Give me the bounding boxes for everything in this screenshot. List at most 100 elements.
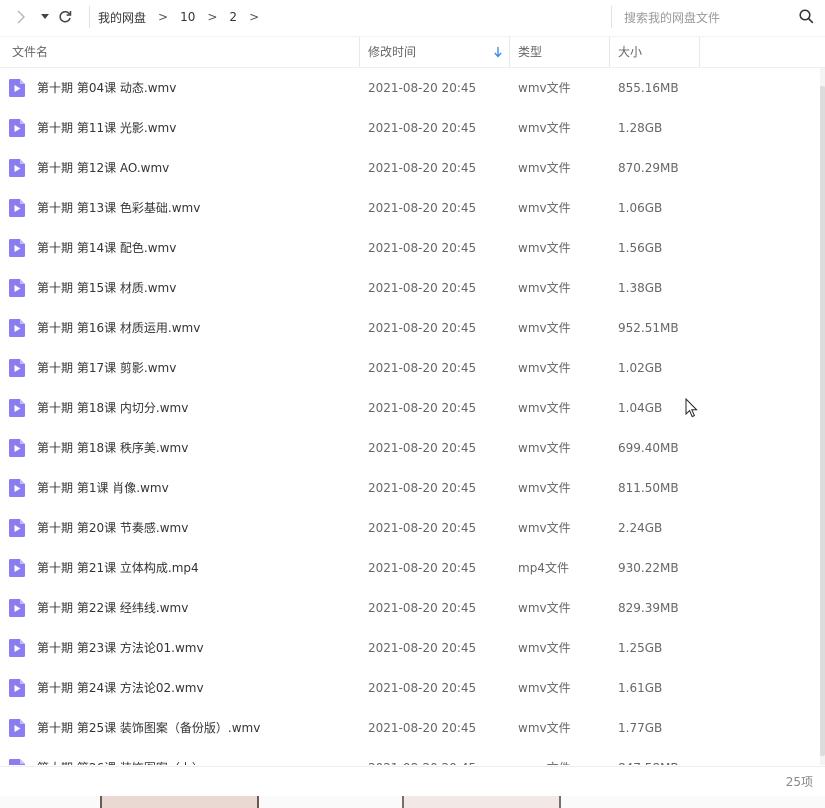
file-row[interactable]: 第十期 第22课 经纬线.wmv 2021-08-20 20:45 wmv文件 829… (0, 588, 822, 628)
vertical-scrollbar[interactable] (820, 68, 825, 765)
file-row[interactable]: 第十期 第13课 色彩基础.wmv 2021-08-20 20:45 wmv文件 1.… (0, 188, 822, 228)
file-size: 952.51MB (618, 321, 679, 335)
file-type: wmv文件 (518, 361, 571, 375)
file-size: 1.28GB (618, 121, 663, 135)
file-size: 1.77GB (618, 721, 663, 735)
background-content (0, 796, 825, 808)
breadcrumb-separator[interactable]: > (249, 10, 259, 24)
file-row[interactable]: 第十期 第23课 方法论01.wmv 2021-08-20 20:45 wmv文件 1… (0, 628, 822, 668)
breadcrumb-item[interactable]: 10 (180, 10, 195, 24)
file-row[interactable]: 第十期 第16课 材质运用.wmv 2021-08-20 20:45 wmv文件 95… (0, 308, 822, 348)
file-name[interactable]: 第十期 第14课 配色.wmv (37, 228, 176, 268)
header-modified-time[interactable]: 修改时间 (368, 37, 416, 67)
file-modified-time: 2021-08-20 20:45 (368, 681, 477, 695)
file-size: 699.40MB (618, 441, 679, 455)
scrollbar-thumb[interactable] (820, 86, 825, 756)
breadcrumb-separator[interactable]: > (207, 10, 217, 24)
file-modified-time: 2021-08-20 20:45 (368, 561, 477, 575)
header-size[interactable]: 大小 (618, 37, 642, 67)
file-row[interactable]: 第十期 第14课 配色.wmv 2021-08-20 20:45 wmv文件 1.56… (0, 228, 822, 268)
file-name[interactable]: 第十期 第22课 经纬线.wmv (37, 588, 188, 628)
video-file-icon (9, 199, 25, 217)
file-row[interactable]: 第十期 第18课 内切分.wmv 2021-08-20 20:45 wmv文件 1.0… (0, 388, 822, 428)
file-name[interactable]: 第十期 第21课 立体构成.mp4 (37, 548, 199, 588)
column-divider[interactable] (699, 37, 700, 67)
video-file-icon (9, 239, 25, 257)
file-modified-time: 2021-08-20 20:45 (368, 601, 477, 615)
file-row[interactable]: 第十期 第15课 材质.wmv 2021-08-20 20:45 wmv文件 1.38… (0, 268, 822, 308)
file-name[interactable]: 第十期 第12课 AO.wmv (37, 148, 169, 188)
header-type[interactable]: 类型 (518, 37, 542, 67)
file-row[interactable]: 第十期 第11课 光影.wmv 2021-08-20 20:45 wmv文件 1.28… (0, 108, 822, 148)
file-type: wmv文件 (518, 441, 571, 455)
chevron-right-icon (17, 10, 25, 24)
forward-button[interactable] (12, 8, 30, 26)
file-row[interactable]: 第十期 第20课 节奏感.wmv 2021-08-20 20:45 wmv文件 2.2… (0, 508, 822, 548)
file-modified-time: 2021-08-20 20:45 (368, 441, 477, 455)
file-name[interactable]: 第十期 第23课 方法论01.wmv (37, 628, 204, 668)
file-type: wmv文件 (518, 161, 571, 175)
file-size: 1.56GB (618, 241, 663, 255)
file-type: wmv文件 (518, 641, 571, 655)
file-type: wmv文件 (518, 481, 571, 495)
column-divider[interactable] (609, 37, 610, 67)
file-size: 847.58MB (618, 748, 679, 765)
sort-descending-icon[interactable] (494, 46, 502, 58)
file-size: 811.50MB (618, 481, 679, 495)
file-name[interactable]: 第十期 第13课 色彩基础.wmv (37, 188, 200, 228)
file-name[interactable]: 第十期 第18课 内切分.wmv (37, 388, 188, 428)
video-file-icon (9, 319, 25, 337)
breadcrumb-item[interactable]: 2 (229, 10, 237, 24)
file-modified-time: 2021-08-20 20:45 (368, 748, 476, 765)
file-name[interactable]: 第十期 第20课 节奏感.wmv (37, 508, 188, 548)
refresh-button[interactable] (56, 8, 74, 26)
file-name[interactable]: 第十期 第26课 装饰图案（上）.wmv (37, 748, 236, 765)
file-row[interactable]: 第十期 第17课 剪影.wmv 2021-08-20 20:45 wmv文件 1.02… (0, 348, 822, 388)
file-modified-time: 2021-08-20 20:45 (368, 361, 477, 375)
file-row[interactable]: 第十期 第25课 装饰图案（备份版）.wmv 2021-08-20 20:45 wm… (0, 708, 822, 748)
file-name[interactable]: 第十期 第11课 光影.wmv (37, 108, 176, 148)
file-size: 1.06GB (618, 201, 663, 215)
toolbar: 我的网盘 >10 >2 > (0, 0, 825, 34)
refresh-icon (59, 10, 72, 23)
breadcrumb: 我的网盘 >10 >2 > (89, 6, 271, 28)
file-type: wmv文件 (518, 121, 571, 135)
file-row[interactable]: 第十期 第04课 动态.wmv 2021-08-20 20:45 wmv文件 855.… (0, 68, 822, 108)
file-name[interactable]: 第十期 第18课 秩序美.wmv (37, 428, 188, 468)
file-modified-time: 2021-08-20 20:45 (368, 81, 477, 95)
history-dropdown-button[interactable] (36, 8, 54, 26)
file-name[interactable]: 第十期 第25课 装饰图案（备份版）.wmv (37, 708, 260, 748)
video-file-icon (9, 639, 25, 657)
file-name[interactable]: 第十期 第15课 材质.wmv (37, 268, 176, 308)
file-modified-time: 2021-08-20 20:45 (368, 281, 477, 295)
breadcrumb-separator[interactable]: > (158, 10, 168, 24)
file-row[interactable]: 第十期 第18课 秩序美.wmv 2021-08-20 20:45 wmv文件 699… (0, 428, 822, 468)
file-name[interactable]: 第十期 第17课 剪影.wmv (37, 348, 176, 388)
item-count: 25项 (785, 775, 813, 789)
file-name[interactable]: 第十期 第1课 肖像.wmv (37, 468, 169, 508)
breadcrumb-item[interactable]: 我的网盘 (98, 9, 146, 26)
search-box (611, 6, 825, 29)
file-size: 2.24GB (618, 521, 663, 535)
file-modified-time: 2021-08-20 20:45 (368, 521, 477, 535)
search-input[interactable] (622, 7, 796, 29)
video-file-icon (9, 439, 25, 457)
video-file-icon (9, 279, 25, 297)
header-name[interactable]: 文件名 (12, 37, 48, 67)
file-row[interactable]: 第十期 第26课 装饰图案（上）.wmv 2021-08-20 20:45 wmv文… (0, 748, 822, 765)
column-divider[interactable] (509, 37, 510, 67)
video-file-icon (9, 479, 25, 497)
column-divider[interactable] (359, 37, 360, 67)
file-row[interactable]: 第十期 第21课 立体构成.mp4 2021-08-20 20:45 mp4文件 93… (0, 548, 822, 588)
file-name[interactable]: 第十期 第24课 方法论02.wmv (37, 668, 204, 708)
file-row[interactable]: 第十期 第1课 肖像.wmv 2021-08-20 20:45 wmv文件 811.5… (0, 468, 822, 508)
search-icon[interactable] (799, 9, 814, 24)
file-size: 1.61GB (618, 681, 663, 695)
file-name[interactable]: 第十期 第16课 材质运用.wmv (37, 308, 200, 348)
file-row[interactable]: 第十期 第24课 方法论02.wmv 2021-08-20 20:45 wmv文件 1… (0, 668, 822, 708)
background-image (100, 796, 259, 808)
file-name[interactable]: 第十期 第04课 动态.wmv (37, 68, 176, 108)
file-type: wmv文件 (518, 601, 571, 615)
file-row[interactable]: 第十期 第12课 AO.wmv 2021-08-20 20:45 wmv文件 870.… (0, 148, 822, 188)
video-file-icon (9, 399, 25, 417)
